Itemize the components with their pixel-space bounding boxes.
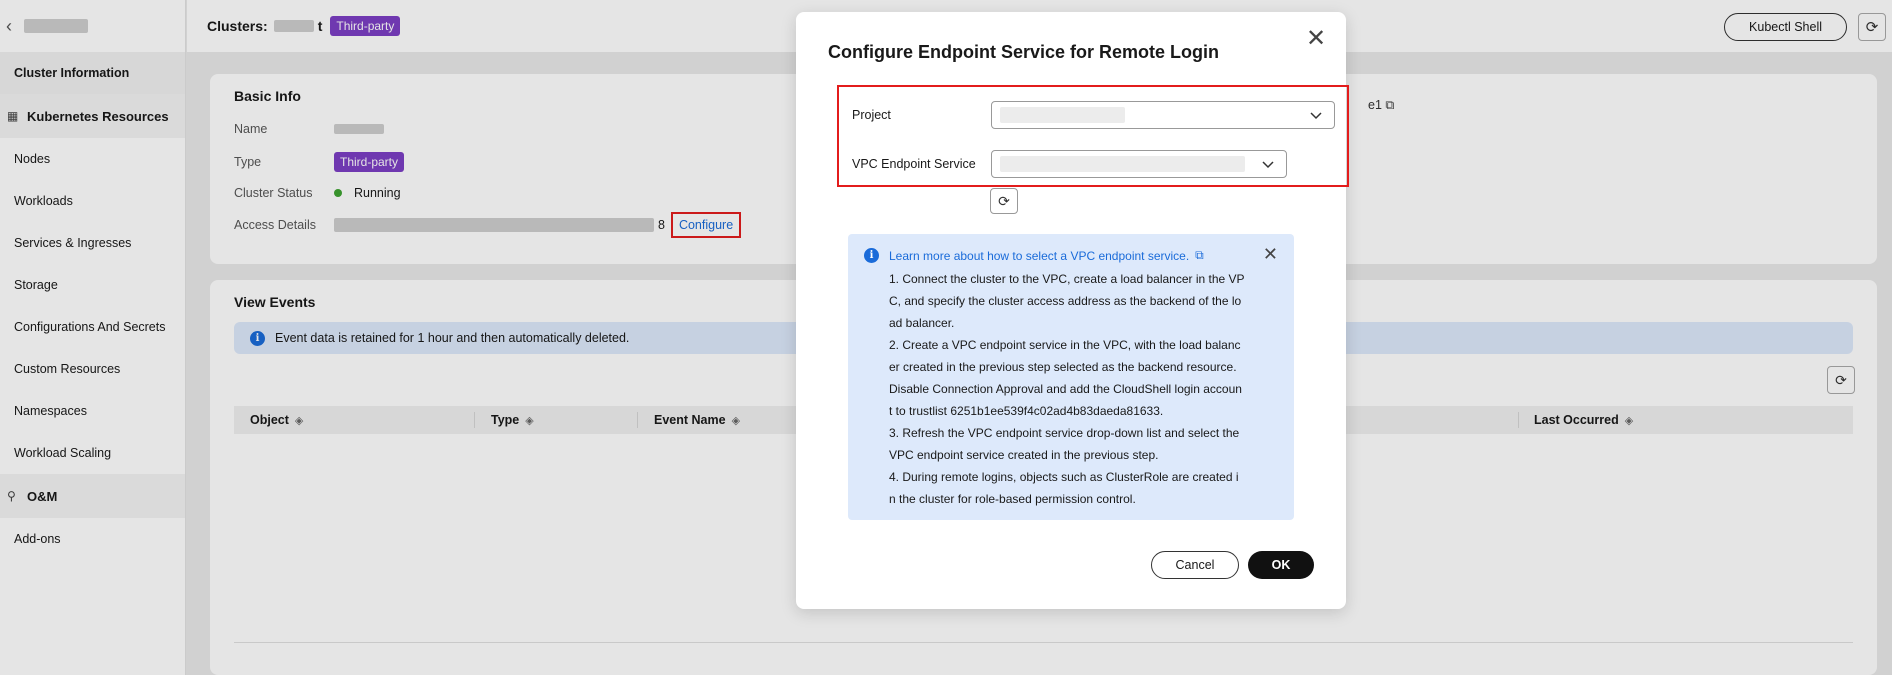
info-icon: i [864, 248, 879, 263]
tips-close-icon[interactable]: ✕ [1263, 244, 1278, 265]
learn-more-link[interactable]: Learn more about how to select a VPC end… [889, 248, 1204, 263]
project-select[interactable] [991, 101, 1335, 129]
vpc-endpoint-select[interactable] [991, 150, 1287, 178]
project-value-redacted [1000, 107, 1125, 123]
chevron-down-icon [1262, 161, 1274, 169]
vpc-endpoint-label: VPC Endpoint Service [852, 157, 976, 171]
cancel-button[interactable]: Cancel [1151, 551, 1239, 579]
vpc-refresh-icon[interactable]: ⟳ [990, 188, 1018, 214]
vpc-endpoint-value-redacted [1000, 156, 1245, 172]
close-icon[interactable]: ✕ [1304, 25, 1328, 52]
dialog-title: Configure Endpoint Service for Remote Lo… [828, 42, 1220, 62]
project-label: Project [852, 108, 891, 122]
configure-endpoint-dialog: Configure Endpoint Service for Remote Lo… [796, 12, 1349, 609]
ok-button[interactable]: OK [1248, 551, 1314, 579]
external-link-icon: ⧉ [1195, 248, 1204, 262]
learn-more-text: Learn more about how to select a VPC end… [889, 248, 1190, 263]
tips-panel: i Learn more about how to select a VPC e… [848, 234, 1294, 520]
chevron-down-icon [1310, 112, 1322, 120]
tips-body: 1. Connect the cluster to the VPC, creat… [889, 272, 1245, 506]
